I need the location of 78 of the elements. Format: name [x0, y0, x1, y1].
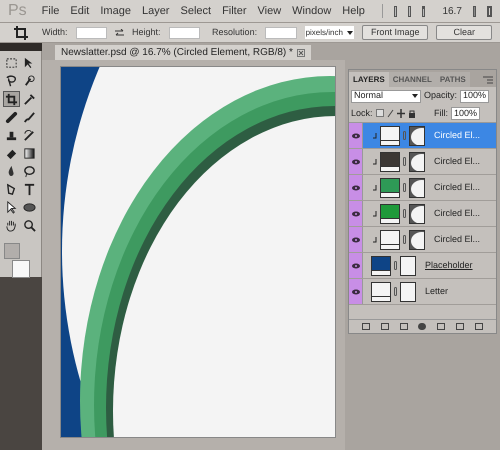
- menu-item[interactable]: Edit: [70, 2, 90, 20]
- zoom-level[interactable]: 16.7: [442, 4, 462, 18]
- layer-name: Circled El...: [434, 206, 480, 220]
- layer-row[interactable]: Placeholder: [349, 253, 496, 279]
- option-button[interactable]: Front Image: [362, 25, 428, 40]
- layer-mask-thumbnail: [400, 256, 416, 276]
- layer-name: Letter: [425, 284, 448, 298]
- layer-mask-thumbnail: [409, 178, 425, 198]
- input-field[interactable]: [265, 26, 297, 38]
- panel-tab[interactable]: LAYERS: [349, 72, 389, 87]
- close-icon[interactable]: [296, 48, 305, 56]
- width-label: Width:: [42, 26, 68, 39]
- menu-item[interactable]: View: [258, 2, 282, 20]
- app-logo: Ps: [8, 1, 27, 21]
- swap-icon[interactable]: [115, 28, 124, 36]
- chain-icon: [403, 235, 406, 244]
- opacity-field[interactable]: 100%: [460, 90, 490, 102]
- menu-item[interactable]: Layer: [142, 2, 170, 20]
- eye-icon[interactable]: [352, 184, 360, 190]
- resolution-label: Resolution:: [212, 26, 258, 39]
- document-tab[interactable]: Newslatter.psd @ 16.7% (Circled Element, RGB/8) *: [55, 45, 311, 60]
- layer-mask-thumbnail: [409, 230, 425, 250]
- document-title: Newslatter.psd @ 16.7% (Circled Element, RGB/8) *: [61, 46, 293, 60]
- layer-row[interactable]: Circled El...: [349, 175, 496, 201]
- chain-icon: [403, 209, 406, 218]
- height-label: Height:: [132, 26, 161, 39]
- bandage-icon[interactable]: [3, 109, 20, 125]
- layer-mask-thumbnail: [409, 126, 425, 146]
- layer-mask-thumbnail: [409, 204, 425, 224]
- panel-header-bar: [0, 43, 42, 51]
- menu-item[interactable]: Select: [180, 2, 212, 20]
- layer-mask-thumbnail: [400, 282, 416, 302]
- opacity-label: Opacity:: [424, 89, 458, 102]
- background-color-swatch[interactable]: [12, 260, 30, 278]
- caret-icon: [346, 30, 353, 34]
- eye-icon[interactable]: [352, 288, 360, 294]
- menu-item[interactable]: Window: [292, 2, 332, 20]
- input-field[interactable]: [168, 26, 200, 38]
- eye-icon[interactable]: [352, 210, 360, 216]
- layer-name: Circled El...: [434, 180, 480, 194]
- lock-label: Lock:: [351, 106, 373, 120]
- eye-icon[interactable]: [352, 158, 360, 164]
- layer-row[interactable]: Letter: [349, 279, 496, 305]
- chain-icon: [403, 131, 406, 140]
- chain-icon: [394, 287, 397, 296]
- caret-icon: [412, 94, 418, 98]
- layer-row[interactable]: Circled El...: [349, 201, 496, 227]
- layer-name: Circled El...: [434, 154, 480, 168]
- unit-dropdown[interactable]: pixels/inch: [304, 26, 354, 39]
- zoom-icon[interactable]: [21, 217, 38, 233]
- option-button[interactable]: Clear: [436, 25, 492, 40]
- blend-mode-dropdown[interactable]: Normal: [351, 90, 421, 102]
- menu-item[interactable]: Filter: [222, 2, 247, 20]
- panel-menu-icon[interactable]: [483, 76, 493, 84]
- fill-label: Fill:: [434, 106, 448, 120]
- fill-field[interactable]: 100%: [450, 107, 480, 120]
- layer-row[interactable]: Circled El...: [349, 227, 496, 253]
- layer-row[interactable]: Circled El...: [349, 123, 496, 149]
- layer-name: Circled El...: [434, 232, 480, 246]
- eye-icon[interactable]: [352, 236, 360, 242]
- layer-row[interactable]: Circled El...: [349, 149, 496, 175]
- input-field[interactable]: [76, 26, 108, 38]
- eye-icon[interactable]: [352, 262, 360, 268]
- menu-item[interactable]: Image: [100, 2, 131, 20]
- dodge-icon[interactable]: [21, 163, 38, 179]
- layer-name: Placeholder: [425, 258, 473, 272]
- crop-icon[interactable]: [14, 26, 28, 40]
- layer-mask-thumbnail: [409, 152, 425, 172]
- eye-icon[interactable]: [352, 132, 360, 138]
- crop-icon[interactable]: [3, 91, 20, 107]
- layer-name: Circled El...: [434, 128, 480, 142]
- chain-icon: [403, 157, 406, 166]
- chain-icon: [403, 183, 406, 192]
- menu-item[interactable]: File: [42, 2, 60, 20]
- menu-item[interactable]: Help: [342, 2, 365, 20]
- chain-icon: [394, 261, 397, 270]
- lock-icons-drawing[interactable]: [376, 109, 416, 118]
- foreground-color-swatch[interactable]: [4, 243, 20, 259]
